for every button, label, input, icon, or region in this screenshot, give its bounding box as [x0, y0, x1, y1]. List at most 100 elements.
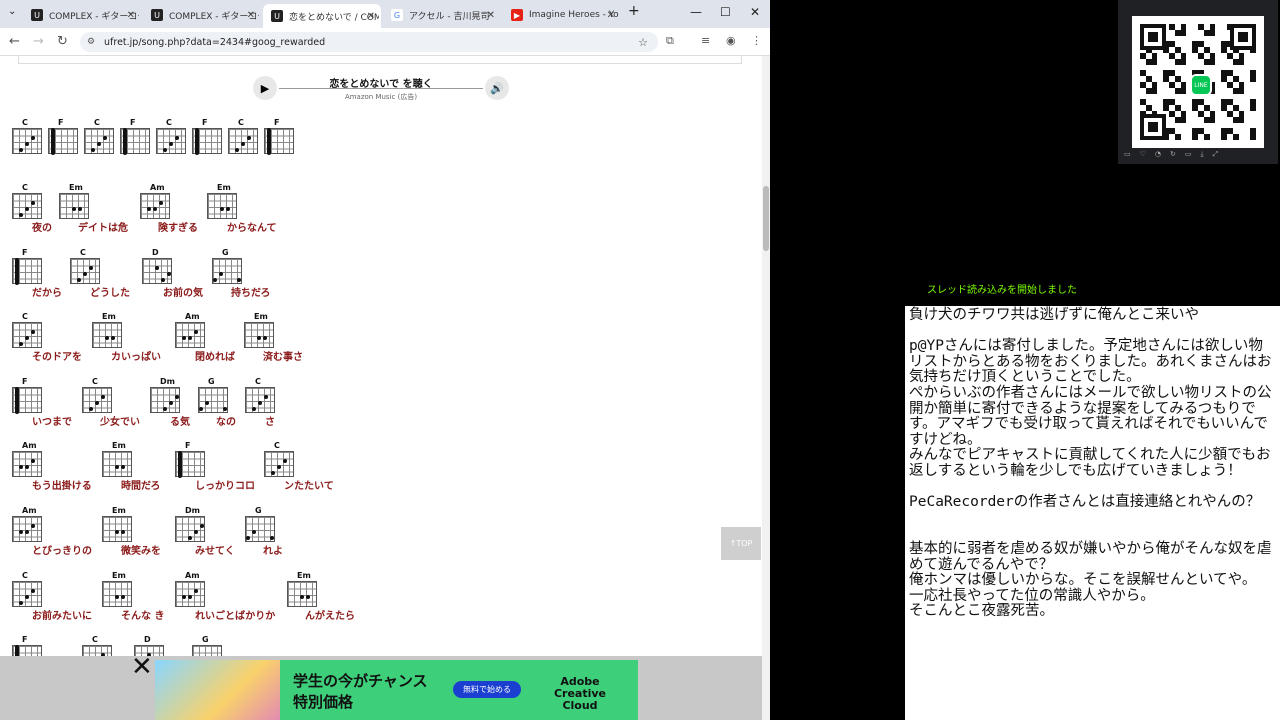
- adobe-ad-banner[interactable]: 学生の今がチャンス 特別価格 無料で始める Adobe Creative Clo…: [155, 660, 638, 720]
- chord-diagram[interactable]: Dm: [148, 377, 182, 417]
- tab-search-icon[interactable]: ⌄: [8, 6, 16, 17]
- chord-diagram[interactable]: F: [10, 248, 44, 288]
- chord-diagram[interactable]: Em: [90, 312, 124, 352]
- volume-icon[interactable]: 🔊: [485, 76, 509, 100]
- finger-dot: [83, 271, 87, 276]
- chord-diagram[interactable]: Em: [100, 506, 134, 546]
- chord-diagram[interactable]: C: [68, 248, 102, 288]
- chord-name: F: [22, 376, 28, 386]
- ad-close-button[interactable]: ✕: [131, 652, 153, 682]
- new-tab-button[interactable]: +: [628, 3, 640, 19]
- chord-diagram[interactable]: F: [262, 118, 296, 158]
- fretboard: [175, 322, 205, 349]
- chord-diagram[interactable]: Am: [10, 506, 44, 546]
- chord-diagram[interactable]: Em: [205, 183, 239, 223]
- chord-name: G: [222, 247, 229, 257]
- tab-5[interactable]: ▶ Imagine Heroes - YouTube✕: [503, 4, 621, 26]
- ad-cta-button[interactable]: 無料で始める: [453, 681, 521, 698]
- menu-icon[interactable]: ⋮: [751, 34, 762, 47]
- chord-name: Em: [254, 312, 268, 322]
- finger-dot: [163, 406, 167, 411]
- chord-diagram[interactable]: C: [262, 441, 296, 481]
- page-top-button[interactable]: ↑TOP: [721, 527, 761, 560]
- maximize-button[interactable]: ☐: [720, 5, 731, 19]
- chord-diagram[interactable]: Em: [285, 571, 319, 611]
- finger-dot: [31, 588, 35, 593]
- chord-diagram[interactable]: G: [210, 248, 244, 288]
- tab-label: COMPLEX - ギターコード: [169, 11, 259, 22]
- chord-diagram[interactable]: Em: [100, 571, 134, 611]
- fretboard: [12, 128, 42, 154]
- extensions-icon[interactable]: ⧉: [666, 34, 674, 48]
- qr-window-titlebar[interactable]: [1122, 2, 1272, 12]
- finger-dot: [220, 207, 224, 211]
- chord-diagram[interactable]: F: [10, 377, 44, 417]
- finger-dot: [235, 148, 239, 152]
- tab-4[interactable]: G アクセル - 吉川晃司 ✕: [383, 4, 501, 26]
- minimize-button[interactable]: —: [690, 5, 702, 19]
- chord-diagram[interactable]: C: [10, 571, 44, 611]
- chord-diagram[interactable]: Am: [138, 183, 172, 223]
- lyric-fragment: 持ちだろ: [231, 287, 271, 299]
- tab-close-icon[interactable]: ✕: [247, 10, 255, 21]
- chord-name: C: [92, 376, 98, 386]
- reload-icon[interactable]: ↻: [57, 34, 68, 49]
- lyric-fragment: いつまで: [32, 416, 72, 428]
- ad-headline-2: 特別価格: [293, 693, 354, 711]
- finger-dot: [188, 594, 192, 599]
- ad-brand: Adobe Creative Cloud: [553, 675, 607, 712]
- chord-diagram[interactable]: C: [10, 118, 44, 158]
- scrollbar[interactable]: [762, 56, 770, 720]
- finger-dot: [31, 136, 35, 140]
- chord-diagram[interactable]: F: [173, 441, 207, 481]
- tab-2[interactable]: U COMPLEX - ギターコード✕: [143, 4, 261, 26]
- chord-diagram[interactable]: Dm: [173, 506, 207, 546]
- qr-window-controls[interactable]: ▭♡◔↻▭⤓⤢: [1124, 150, 1274, 160]
- scrollbar-thumb[interactable]: [763, 186, 769, 251]
- tab-close-icon[interactable]: ✕: [487, 10, 495, 21]
- finger-dot: [25, 530, 29, 534]
- chord-diagram[interactable]: Am: [10, 441, 44, 481]
- chord-diagram[interactable]: Em: [242, 312, 276, 352]
- bookmark-star-icon[interactable]: ☆: [638, 36, 648, 49]
- chord-diagram[interactable]: Em: [57, 183, 91, 223]
- chord-diagram[interactable]: F: [118, 118, 152, 158]
- close-window-button[interactable]: ✕: [750, 5, 760, 19]
- chord-diagram[interactable]: C: [82, 118, 116, 158]
- tab-close-icon[interactable]: ✕: [607, 10, 615, 21]
- chord-diagram[interactable]: C: [226, 118, 260, 158]
- tab-close-icon[interactable]: ✕: [367, 11, 375, 22]
- chord-diagram[interactable]: G: [196, 377, 230, 417]
- tab-3[interactable]: U 恋をとめないで / COMPLEX✕: [263, 4, 381, 28]
- chord-diagram[interactable]: Am: [173, 312, 207, 352]
- chord-diagram[interactable]: D: [140, 248, 174, 288]
- chord-diagram[interactable]: Am: [173, 571, 207, 611]
- chord-diagram[interactable]: C: [243, 377, 277, 417]
- chord-name: Em: [102, 312, 116, 322]
- tab-1[interactable]: U COMPLEX - ギターコード✕: [23, 4, 141, 26]
- chord-diagram[interactable]: C: [154, 118, 188, 158]
- chord-diagram[interactable]: C: [80, 377, 114, 417]
- chord-diagram[interactable]: F: [190, 118, 224, 158]
- address-bar[interactable]: ⚙ ufret.jp/song.php?data=2434#goog_rewar…: [80, 32, 658, 52]
- tab-close-icon[interactable]: ✕: [127, 10, 135, 21]
- lyric-fragment: 時間だろ: [121, 481, 161, 493]
- finger-dot: [159, 201, 163, 205]
- forward-icon[interactable]: →: [33, 34, 44, 49]
- back-icon[interactable]: ←: [9, 34, 20, 49]
- barre-mark: [15, 257, 19, 285]
- site-info-icon[interactable]: ⚙: [87, 37, 95, 47]
- chord-diagram[interactable]: C: [10, 312, 44, 352]
- chord-diagram[interactable]: G: [243, 506, 277, 546]
- chord-diagram[interactable]: F: [46, 118, 80, 158]
- profile-icon[interactable]: ◉: [726, 34, 736, 47]
- media-control-icon[interactable]: ≡: [701, 34, 710, 47]
- finger-dot: [175, 136, 179, 140]
- player-progress[interactable]: [279, 88, 483, 89]
- finger-dot: [194, 530, 198, 534]
- lyric-fragment: れいごとばかりか: [195, 610, 276, 622]
- ad-headline-1: 学生の今がチャンス: [293, 672, 428, 690]
- chord-diagram[interactable]: C: [10, 183, 44, 223]
- chord-diagram[interactable]: Em: [100, 441, 134, 481]
- fretboard: [102, 451, 132, 478]
